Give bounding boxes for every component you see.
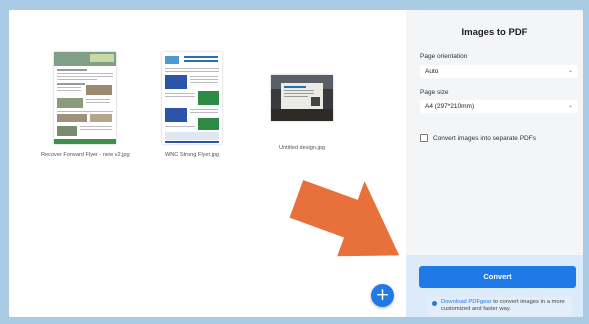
download-tip: Download PDFgear to convert images in a … (427, 297, 572, 317)
page-size-label: Page size (420, 89, 449, 96)
chevron-down-icon: ⌄ (567, 68, 573, 74)
separate-pdfs-option[interactable]: Convert images into separate PDFs (420, 134, 536, 142)
page-size-select[interactable]: A4 (297*210mm) ⌄ (420, 100, 578, 113)
image-thumbnail[interactable]: Untitled design.jpg (271, 75, 333, 151)
orientation-label: Page orientation (420, 53, 468, 60)
orientation-value: Auto (425, 68, 439, 75)
settings-panel: Images to PDF Page orientation Auto ⌄ Pa… (406, 10, 583, 317)
download-pdfgear-link[interactable]: Download PDFgear (441, 299, 492, 305)
annotation-arrow-icon (289, 180, 400, 257)
flyer-preview (54, 52, 117, 144)
separate-pdfs-checkbox[interactable] (420, 134, 428, 142)
panel-title: Images to PDF (461, 27, 528, 38)
thumbnail-caption: Untitled design.jpg (278, 145, 326, 151)
add-image-button[interactable]: + (371, 284, 394, 307)
convert-button[interactable]: Convert (419, 266, 576, 288)
page-size-value: A4 (297*210mm) (425, 103, 475, 110)
image-thumbnail[interactable]: Recover Forward Flyer - new v2.jpg (41, 52, 130, 158)
separate-pdfs-label: Convert images into separate PDFs (433, 134, 536, 142)
thumbnail-caption: WNC Strong Flyer.jpg (164, 152, 220, 158)
image-thumbnail[interactable]: WNC Strong Flyer.jpg (162, 52, 222, 158)
flyer-preview (162, 52, 222, 144)
chevron-down-icon: ⌄ (567, 103, 573, 109)
thumbnail-caption: Recover Forward Flyer - new v2.jpg (41, 152, 130, 158)
photo-preview (271, 75, 333, 121)
orientation-select[interactable]: Auto ⌄ (420, 65, 578, 78)
lightbulb-icon (432, 301, 437, 306)
